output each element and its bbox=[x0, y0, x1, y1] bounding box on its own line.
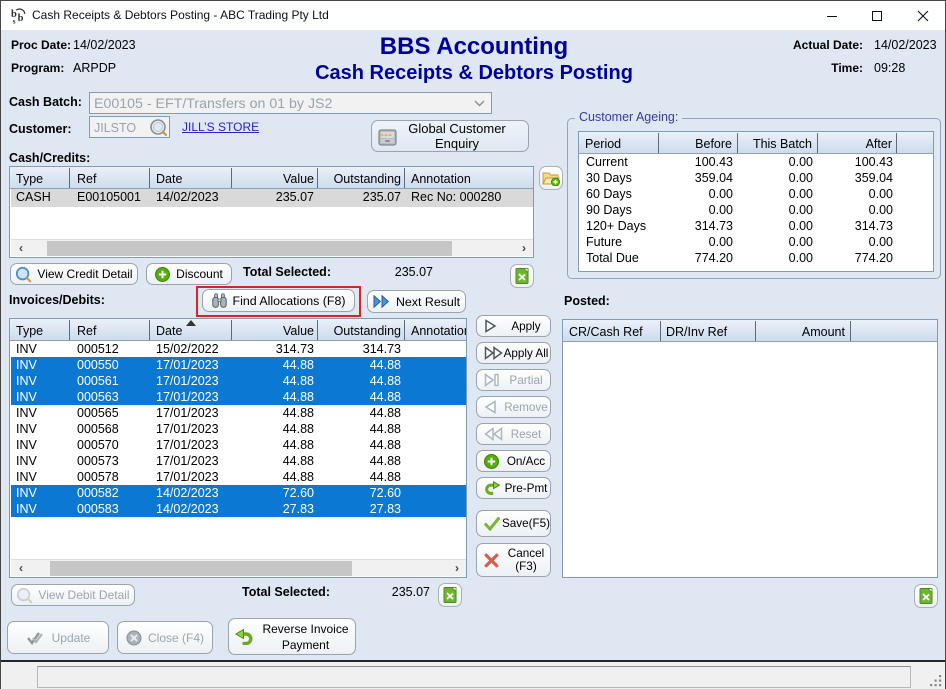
svg-text:s: s bbox=[13, 17, 16, 25]
svg-text:b: b bbox=[18, 13, 24, 24]
